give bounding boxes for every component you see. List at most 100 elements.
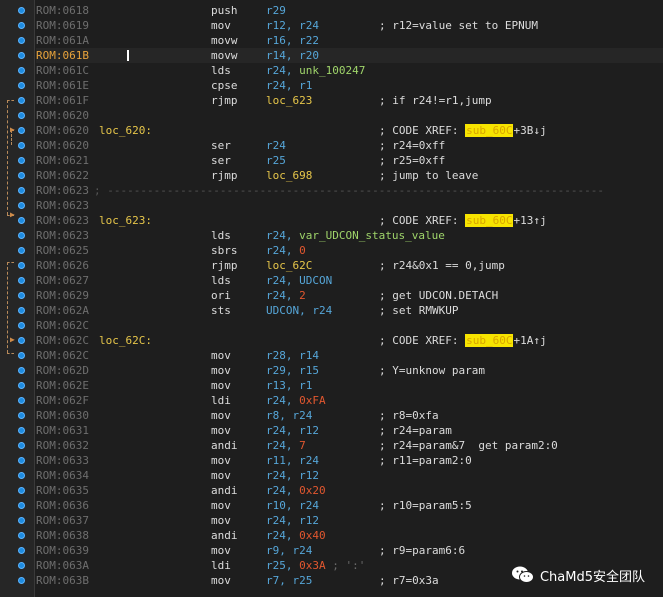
code-row[interactable]: ROM:0620 ser r24 ; r24=0xff — [36, 138, 663, 153]
code-row[interactable]: ROM:062C — [36, 318, 663, 333]
comment-text: ; r11=param2:0 — [379, 454, 472, 467]
code-row[interactable]: ROM:0619 mov r12, r24 ; r12=value set to EP… — [36, 18, 663, 33]
operands: r24, r12 — [266, 468, 319, 483]
code-row[interactable]: ROM:061E cpse r24, r1 — [36, 78, 663, 93]
breakpoint-dot[interactable] — [18, 457, 25, 464]
breakpoint-dot[interactable] — [18, 547, 25, 554]
breakpoint-dot[interactable] — [18, 307, 25, 314]
code-label-row[interactable]: ROM:062C loc_62C: ; CODE XREF: sub_60C+1A↑… — [36, 333, 663, 348]
operand-name[interactable]: loc_62C — [266, 259, 312, 272]
breakpoint-dot[interactable] — [18, 232, 25, 239]
code-row[interactable]: ROM:0621 ser r25 ; r25=0xff — [36, 153, 663, 168]
breakpoint-dot[interactable] — [18, 412, 25, 419]
operand-name[interactable]: unk_100247 — [299, 64, 365, 77]
breakpoint-dot[interactable] — [18, 112, 25, 119]
breakpoint-dot[interactable] — [18, 277, 25, 284]
address: ROM:061A — [36, 34, 89, 47]
operand: ; ':' — [325, 559, 366, 572]
operand-name[interactable]: loc_623 — [266, 94, 312, 107]
breakpoint-dot[interactable] — [18, 157, 25, 164]
code-row[interactable]: ROM:0633 mov r11, r24 ; r11=param2:0 — [36, 453, 663, 468]
breakpoint-dot[interactable] — [18, 487, 25, 494]
code-row[interactable]: ROM:0618 push r29 — [36, 3, 663, 18]
breakpoint-dot[interactable] — [18, 172, 25, 179]
code-row[interactable]: ROM:0623 lds r24, var_UDCON_status_value — [36, 228, 663, 243]
breakpoint-dot[interactable] — [18, 502, 25, 509]
breakpoint-dot[interactable] — [18, 397, 25, 404]
code-row[interactable]: ROM:0637 mov r24, r12 — [36, 513, 663, 528]
breakpoint-dot[interactable] — [18, 52, 25, 59]
code-row[interactable]: ROM:0632 andi r24, 7 ; r24=param&7 get para… — [36, 438, 663, 453]
breakpoint-dot[interactable] — [18, 127, 25, 134]
breakpoint-dot[interactable] — [18, 577, 25, 584]
code-row[interactable]: ROM:0638 andi r24, 0x40 — [36, 528, 663, 543]
operand-name[interactable]: loc_698 — [266, 169, 312, 182]
code-row[interactable]: ROM:0639 mov r9, r24 ; r9=param6:6 — [36, 543, 663, 558]
xref-link[interactable]: sub_60C — [465, 214, 514, 227]
code-row[interactable]: ROM:0631 mov r24, r12 ; r24=param — [36, 423, 663, 438]
breakpoint-dot[interactable] — [18, 292, 25, 299]
breakpoint-dot[interactable] — [18, 202, 25, 209]
code-row[interactable]: ROM:062A sts UDCON, r24 ; set RMWKUP — [36, 303, 663, 318]
code-row[interactable]: ROM:062D mov r29, r15 ; Y=unknow param — [36, 363, 663, 378]
address: ROM:062F — [36, 394, 89, 407]
code-row[interactable]: ROM:0630 mov r8, r24 ; r8=0xfa — [36, 408, 663, 423]
breakpoint-dot[interactable] — [18, 262, 25, 269]
breakpoint-dot[interactable] — [18, 67, 25, 74]
breakpoint-dot[interactable] — [18, 352, 25, 359]
comment: ; r24=param&7 get param2:0 — [379, 438, 558, 453]
code-row[interactable]: ROM:061A movw r16, r22 — [36, 33, 663, 48]
flow-line — [7, 100, 8, 215]
code-row[interactable]: ROM:0635 andi r24, 0x20 — [36, 483, 663, 498]
breakpoint-dot[interactable] — [18, 472, 25, 479]
breakpoint-dot[interactable] — [18, 187, 25, 194]
breakpoint-dot[interactable] — [18, 382, 25, 389]
address: ROM:0626 — [36, 259, 89, 272]
breakpoint-dot[interactable] — [18, 82, 25, 89]
code-row[interactable]: ROM:0623 ; ------------------------------… — [36, 183, 663, 198]
code-row[interactable]: ROM:0620 — [36, 108, 663, 123]
code-label[interactable]: loc_62C: — [99, 333, 152, 348]
code-label-row[interactable]: ROM:0620 loc_620: ; CODE XREF: sub_60C+3B↓… — [36, 123, 663, 138]
breakpoint-dot[interactable] — [18, 427, 25, 434]
breakpoint-dot[interactable] — [18, 532, 25, 539]
breakpoint-dot[interactable] — [18, 37, 25, 44]
code-label-row[interactable]: ROM:0623 loc_623: ; CODE XREF: sub_60C+13↑… — [36, 213, 663, 228]
code-label[interactable]: loc_620: — [99, 123, 152, 138]
xref-link[interactable]: sub_60C — [465, 124, 514, 137]
xref-link[interactable]: sub_60C — [465, 334, 514, 347]
code-row[interactable]: ROM:062F ldi r24, 0xFA — [36, 393, 663, 408]
code-row[interactable]: ROM:0629 ori r24, 2 ; get UDCON.DETACH — [36, 288, 663, 303]
code-row[interactable]: ROM:0626 rjmp loc_62C ; r24&0x1 == 0,jump — [36, 258, 663, 273]
operand-name[interactable]: var_UDCON_status_value — [299, 229, 445, 242]
xref-tail: +3B↓j — [513, 124, 547, 137]
code-row[interactable]: ROM:061C lds r24, unk_100247 — [36, 63, 663, 78]
breakpoint-dot[interactable] — [18, 442, 25, 449]
breakpoint-dot[interactable] — [18, 367, 25, 374]
disassembly-listing[interactable]: ROM:0618 push r29 ROM:0619 mov r12, r24 ; r12=… — [36, 3, 663, 588]
code-row[interactable]: ROM:0627 lds r24, UDCON — [36, 273, 663, 288]
breakpoint-dot[interactable] — [18, 7, 25, 14]
mnemonic: rjmp — [211, 169, 238, 182]
breakpoint-dot[interactable] — [18, 97, 25, 104]
code-row[interactable]: ROM:0623 — [36, 198, 663, 213]
breakpoint-dot[interactable] — [18, 22, 25, 29]
breakpoint-dot[interactable] — [18, 337, 25, 344]
code-row[interactable]: ROM:061F rjmp loc_623 ; if r24!=r1,jump — [36, 93, 663, 108]
breakpoint-dot[interactable] — [18, 247, 25, 254]
breakpoint-dot[interactable] — [18, 217, 25, 224]
breakpoint-dot[interactable] — [18, 517, 25, 524]
operand: r12, r24 — [266, 19, 319, 32]
code-row[interactable]: ROM:061B movw r14, r20 — [36, 48, 663, 63]
code-row[interactable]: ROM:0622 rjmp loc_698 ; jump to leave — [36, 168, 663, 183]
breakpoint-dot[interactable] — [18, 562, 25, 569]
operand: 0xFA — [299, 394, 326, 407]
code-row[interactable]: ROM:0636 mov r10, r24 ; r10=param5:5 — [36, 498, 663, 513]
code-row[interactable]: ROM:062E mov r13, r1 — [36, 378, 663, 393]
breakpoint-dot[interactable] — [18, 322, 25, 329]
breakpoint-dot[interactable] — [18, 142, 25, 149]
code-row[interactable]: ROM:062C mov r28, r14 — [36, 348, 663, 363]
code-label[interactable]: loc_623: — [99, 213, 152, 228]
code-row[interactable]: ROM:0625 sbrs r24, 0 — [36, 243, 663, 258]
code-row[interactable]: ROM:0634 mov r24, r12 — [36, 468, 663, 483]
